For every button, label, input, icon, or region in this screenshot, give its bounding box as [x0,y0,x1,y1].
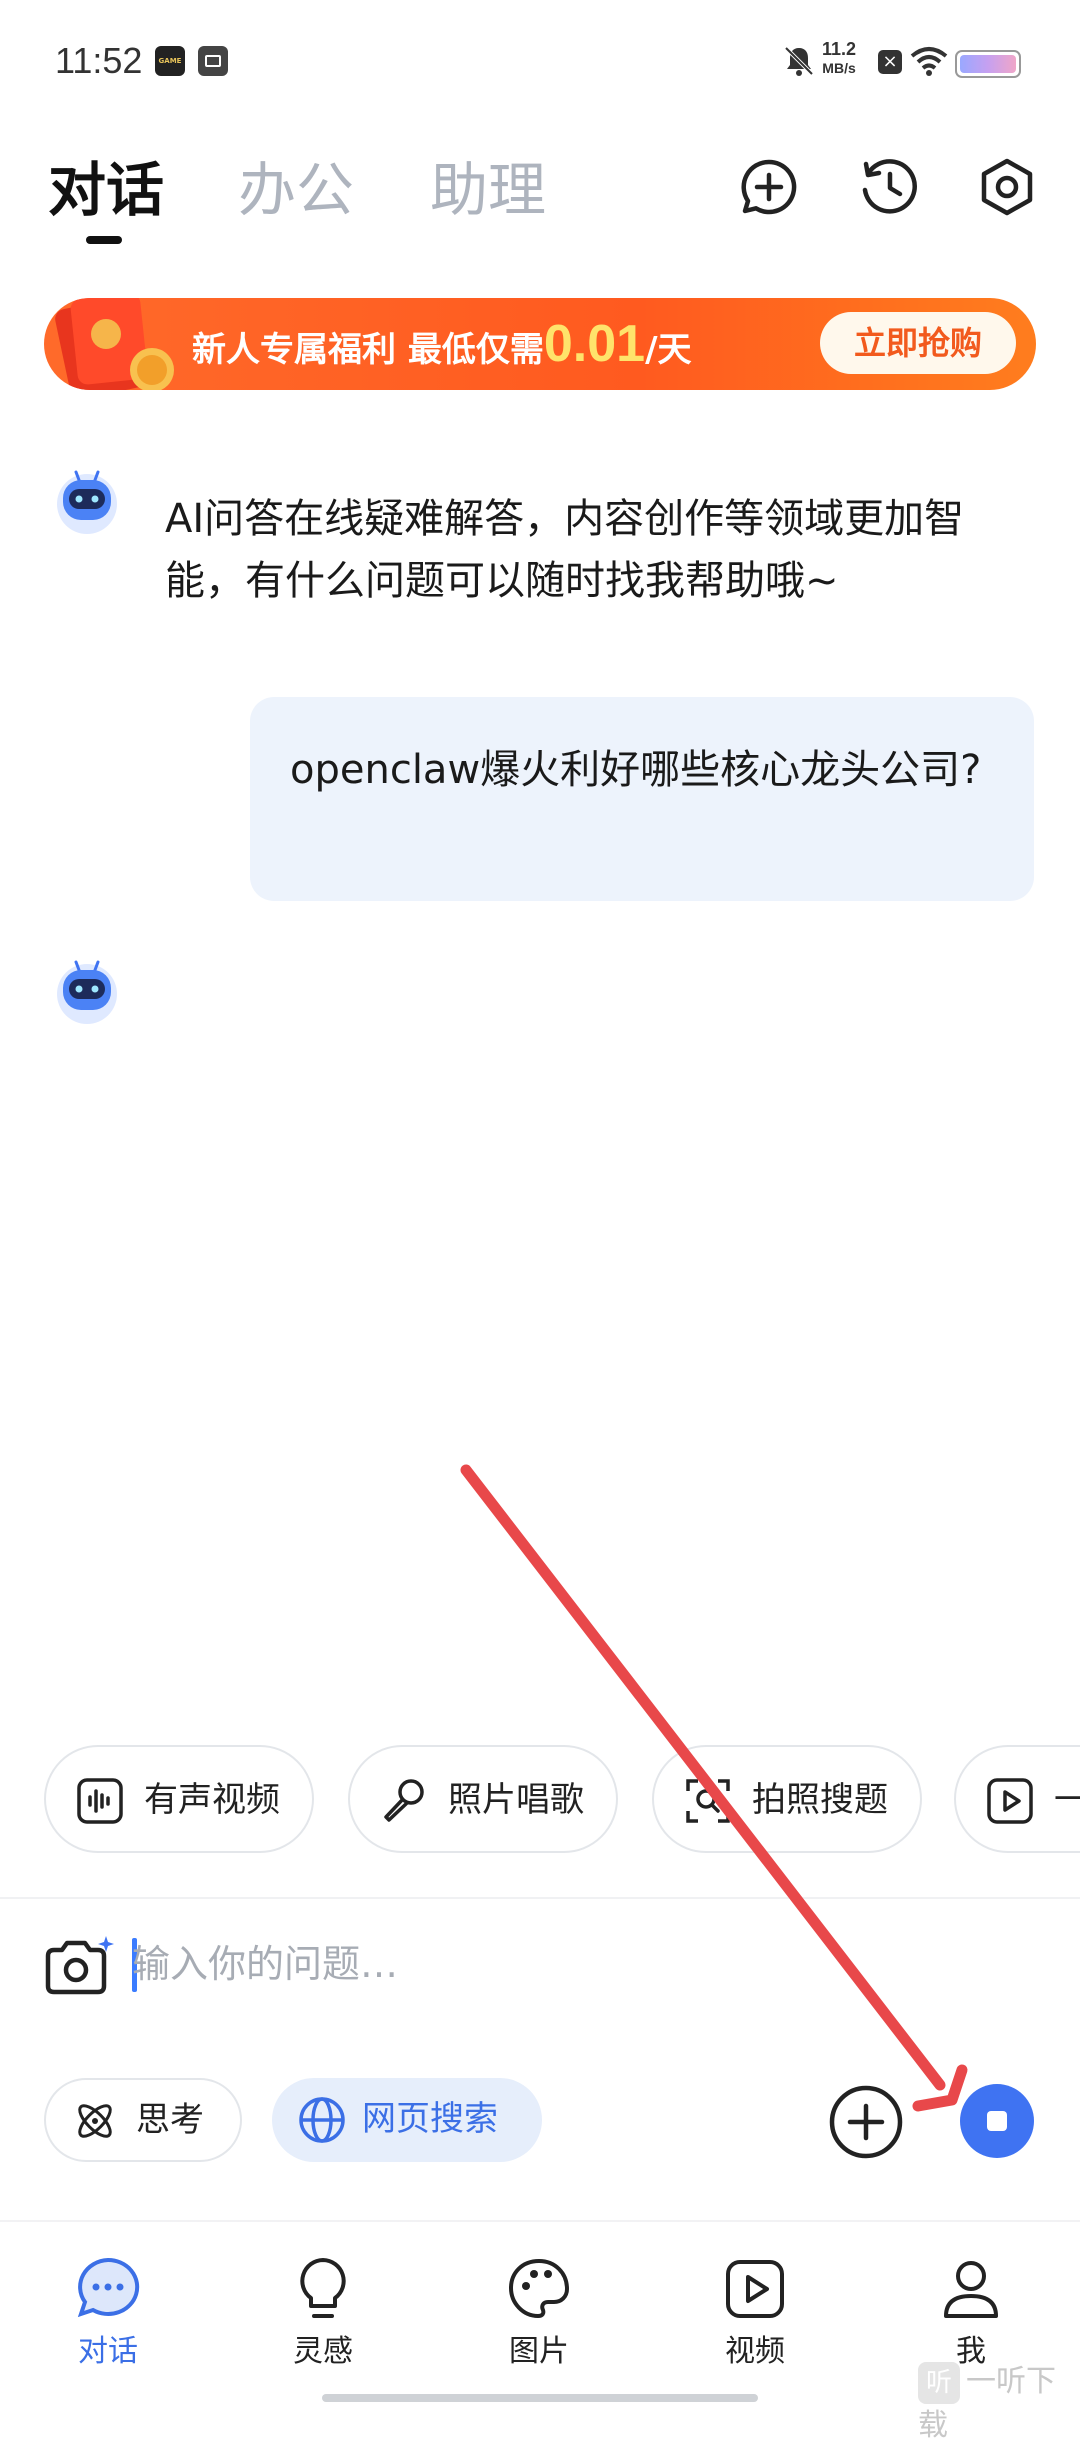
atom-icon [78,2104,112,2138]
chip-label: 照片唱歌 [448,1780,584,1820]
input-divider [0,1897,1080,1899]
think-label: 思考 [136,2100,204,2140]
nav-chat[interactable]: 对话 [38,2250,178,2380]
user-icon [944,2261,998,2318]
chip-more-video[interactable]: 一 [954,1745,1080,1853]
battery-icon [955,50,1021,78]
chip-label: 一 [1054,1780,1080,1820]
chip-label: 有声视频 [144,1780,280,1820]
status-time: 11:52 [55,40,143,81]
nav-video[interactable]: 视频 [685,2250,825,2380]
palette-icon [509,2259,569,2318]
chat-bubble-icon [77,2257,140,2318]
active-tab-indicator [86,236,122,244]
network-speed: 11.2 MB/s [822,40,856,78]
bot-avatar-icon [57,470,117,534]
wifi-icon [910,47,948,76]
think-toggle[interactable]: 思考 [44,2078,242,2162]
new-chat-icon [741,159,797,215]
chip-photo-search[interactable]: 拍照搜题 [652,1745,922,1853]
banner-price: 0.01 [543,315,646,373]
red-envelope-icon [55,298,174,390]
stop-generation-button[interactable] [960,2084,1034,2158]
user-message-bubble: openclaw爆火利好哪些核心龙头公司? [250,697,1034,901]
chip-label: 拍照搜题 [752,1780,888,1820]
bell-muted-icon [784,46,814,76]
web-search-label: 网页搜索 [362,2099,498,2139]
status-bar: 11:52 GAME 11.2 MB/s × [0,0,1080,130]
tab-office[interactable]: 办公 [238,150,354,230]
user-message: openclaw爆火利好哪些核心龙头公司? [290,747,982,793]
banner-text-main: 新人专属福利 最低仅需 [192,330,544,370]
globe-icon [299,2097,345,2143]
game-app-notification-icon: GAME [155,46,185,76]
history-icon [862,159,917,214]
watermark-logo-icon: 听 [918,2361,960,2404]
assistant-message: AI问答在线疑难解答，内容创作等领域更加智能，有什么问题可以随时找我帮助哦~ [165,496,965,604]
bottom-nav-divider [0,2220,1080,2222]
inbox-notification-icon [198,46,228,76]
add-attachment-button[interactable] [828,2084,904,2160]
new-chat-button[interactable] [736,154,802,220]
nav-label: 对话 [78,2334,138,2369]
settings-icon [981,158,1033,216]
waveform-icon [77,1778,123,1824]
banner-text: 新人专属福利 最低仅需0.01/天 [192,314,691,380]
video-play-icon [726,2260,784,2318]
camera-icon[interactable] [42,1932,116,1998]
nav-label: 视频 [725,2334,785,2369]
close-notification-icon: × [878,50,902,74]
nav-images[interactable]: 图片 [469,2250,609,2380]
nav-label: 图片 [509,2334,569,2369]
scan-icon [686,1779,730,1823]
network-speed-unit: MB/s [822,60,856,76]
history-button[interactable] [856,154,922,220]
tab-assistant[interactable]: 助理 [430,150,546,230]
quick-action-bar[interactable]: 有声视频 照片唱歌 拍照搜题 一 [0,1745,1080,1855]
microphone-icon [384,1779,424,1822]
buy-now-button[interactable]: 立即抢购 [820,312,1016,374]
banner-price-unit: /天 [645,330,692,370]
nav-inspiration[interactable]: 灵感 [253,2250,393,2380]
lightbulb-icon [300,2258,346,2318]
chip-photo-sing[interactable]: 照片唱歌 [348,1745,618,1853]
tab-chat[interactable]: 对话 [48,150,164,230]
watermark: 听一听下载 [918,2360,1080,2448]
web-search-toggle[interactable]: 网页搜索 [272,2078,542,2162]
nav-label: 灵感 [293,2334,353,2369]
network-speed-value: 11.2 [822,39,857,59]
bot-avatar-icon [57,960,117,1024]
chip-audio-video[interactable]: 有声视频 [44,1745,314,1853]
play-icon [987,1778,1033,1824]
promo-banner[interactable]: 新人专属福利 最低仅需0.01/天 立即抢购 [44,298,1036,390]
home-indicator[interactable] [322,2394,758,2402]
settings-button[interactable] [974,154,1040,220]
question-input[interactable]: 输入你的问题… [132,1934,398,1994]
